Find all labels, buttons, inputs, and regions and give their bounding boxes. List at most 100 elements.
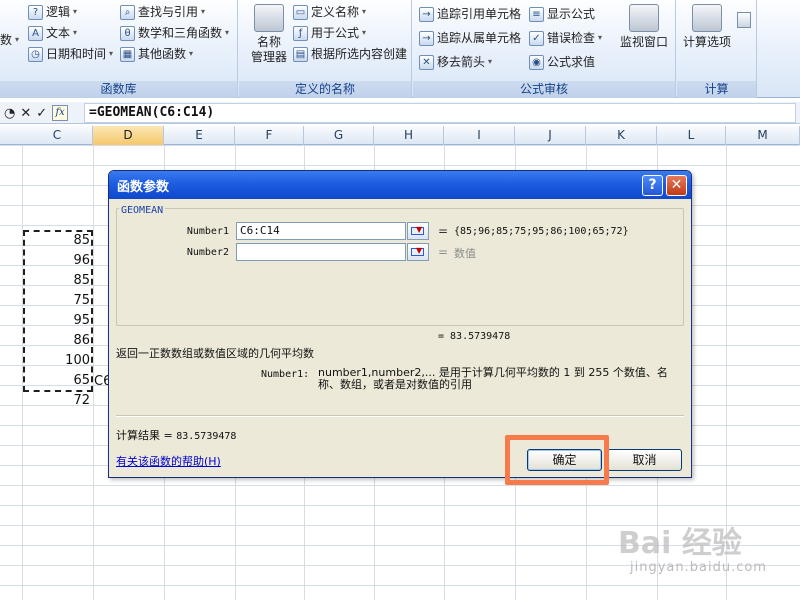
- calculation-result: 计算结果 = 83.5739478: [116, 427, 236, 443]
- show-formulas-label: 显示公式: [547, 7, 596, 21]
- chevron-down-icon: ▾: [225, 28, 230, 37]
- use-in-formula-label: 用于公式: [311, 26, 360, 40]
- help-icon[interactable]: ?: [642, 175, 663, 196]
- arg2-label: Number2: [186, 247, 229, 258]
- insert-function-icon[interactable]: fx: [52, 105, 69, 121]
- logical-icon: ?: [28, 4, 43, 20]
- chevron-down-icon: ▾: [73, 28, 78, 37]
- watch-window-icon: [629, 4, 659, 32]
- close-icon[interactable]: ✕: [666, 175, 687, 196]
- text-icon: A: [28, 25, 43, 41]
- lookup-label: 查找与引用: [138, 5, 199, 19]
- collapse-dialog-icon[interactable]: ▼: [407, 243, 429, 261]
- column-header-i[interactable]: I: [444, 126, 515, 145]
- datetime-button[interactable]: ◷ 日期和时间 ▾: [28, 44, 113, 64]
- tag-icon: ▭: [293, 4, 308, 20]
- column-header-f[interactable]: F: [235, 126, 304, 145]
- define-name-button[interactable]: ▭ 定义名称 ▾: [293, 2, 366, 22]
- error-checking-button[interactable]: ✓ 错误检查 ▾: [529, 28, 602, 48]
- function-library-group: 数 ▾ ? 逻辑 ▾ A 文本 ▾ ◷ 日期和时间 ▾ ⌕ 查找与引用 ▾ θ …: [0, 0, 238, 98]
- calculate-now-icon[interactable]: [737, 12, 751, 28]
- formula-auditing-label: 公式审核: [413, 81, 675, 98]
- chevron-down-icon: ▾: [362, 7, 367, 16]
- watch-window-label: 监视窗口: [619, 35, 668, 49]
- calculation-group: 计算选项 计算: [677, 0, 757, 98]
- logical-button[interactable]: ? 逻辑 ▾: [28, 2, 77, 22]
- divider: [116, 415, 684, 417]
- column-header-g[interactable]: G: [304, 126, 374, 145]
- name-manager-label-1: 名称: [256, 35, 281, 49]
- column-header-e[interactable]: E: [164, 126, 235, 145]
- watch-window-button[interactable]: 监视窗口: [615, 4, 673, 50]
- lookup-button[interactable]: ⌕ 查找与引用 ▾: [120, 2, 205, 22]
- trace-dependents-button[interactable]: → 追踪从属单元格: [419, 28, 521, 48]
- name-manager-label-2: 管理器: [250, 50, 287, 64]
- grid-icon: ▤: [293, 46, 308, 62]
- defined-names-label: 定义的名称: [239, 81, 411, 98]
- help-link[interactable]: 有关该函数的帮助(H): [116, 453, 221, 469]
- clock-icon: ◷: [28, 46, 43, 62]
- column-header-h[interactable]: H: [374, 126, 444, 145]
- chevron-down-icon: ▾: [362, 28, 367, 37]
- show-formulas-button[interactable]: ≡ 显示公式: [529, 4, 595, 24]
- show-formulas-icon: ≡: [529, 6, 544, 22]
- chevron-down-icon: ▾: [15, 35, 20, 44]
- calc-options-button[interactable]: 计算选项: [679, 4, 735, 50]
- trace-arrow-icon: →: [419, 6, 434, 22]
- column-header-c[interactable]: C: [22, 126, 93, 145]
- text-button[interactable]: A 文本 ▾: [28, 23, 77, 43]
- arg2-result: 数值: [454, 247, 476, 260]
- name-manager-icon: [254, 4, 284, 32]
- dialog-titlebar[interactable]: 函数参数 ? ✕: [109, 171, 691, 199]
- column-header-l[interactable]: L: [657, 126, 726, 145]
- collapse-dialog-icon[interactable]: ▼: [407, 222, 429, 240]
- ok-button-highlight: [505, 435, 609, 485]
- partial-label: 数: [0, 33, 13, 47]
- evaluate-formula-button[interactable]: ◉ 公式求值: [529, 52, 595, 72]
- create-from-selection-button[interactable]: ▤ 根据所选内容创建: [293, 44, 407, 64]
- function-arguments-dialog: 函数参数 ? ✕ GEOMEAN Number1 C6:C14 ▼ = {85;…: [108, 170, 692, 478]
- chevron-down-icon: ▾: [201, 7, 206, 16]
- result-value: 83.5739478: [176, 431, 237, 442]
- column-header-m[interactable]: M: [726, 126, 800, 145]
- math-trig-button[interactable]: θ 数学和三角函数 ▾: [120, 23, 229, 43]
- number2-input[interactable]: [236, 243, 406, 261]
- expand-icon[interactable]: ◔: [4, 106, 15, 121]
- formula-input[interactable]: =GEOMEAN(C6:C14): [84, 103, 796, 123]
- grid-column-line: [93, 145, 94, 600]
- remove-arrows-button[interactable]: ✕ 移去箭头 ▾: [419, 52, 492, 72]
- text-label: 文本: [46, 26, 71, 40]
- watermark-logo: Bai 经验: [618, 526, 742, 561]
- chevron-down-icon: ▾: [598, 33, 603, 42]
- arg2-equals: =: [438, 245, 449, 259]
- other-functions-button[interactable]: ▦ 其他函数 ▾: [120, 44, 193, 64]
- cell-c14[interactable]: 72: [22, 391, 93, 411]
- use-in-formula-button[interactable]: ƒ 用于公式 ▾: [293, 23, 366, 43]
- column-header-j[interactable]: J: [515, 126, 586, 145]
- dialog-title: 函数参数: [117, 180, 170, 195]
- column-header-k[interactable]: K: [586, 126, 657, 145]
- name-manager-button[interactable]: 名称 管理器: [247, 4, 291, 65]
- defined-names-group: 名称 管理器 ▭ 定义名称 ▾ ƒ 用于公式 ▾ ▤ 根据所选内容创建 定义的名…: [239, 0, 412, 98]
- trace-precedents-button[interactable]: → 追踪引用单元格: [419, 4, 521, 24]
- cancel-entry-icon[interactable]: ✕: [20, 106, 31, 121]
- evaluate-formula-label: 公式求值: [547, 55, 596, 69]
- arg1-label: Number1: [186, 226, 229, 237]
- column-header-d[interactable]: D: [93, 126, 164, 145]
- error-checking-label: 错误检查: [547, 31, 596, 45]
- cancel-button[interactable]: 取消: [607, 449, 682, 471]
- arg-description-text: number1,number2,... 是用于计算几何平均数的 1 到 255 …: [318, 366, 668, 391]
- trace-arrow-icon: →: [419, 30, 434, 46]
- enter-check-icon[interactable]: ✓: [36, 106, 47, 121]
- formula-result-line: = 83.5739478: [438, 331, 511, 342]
- check-icon: ✓: [529, 30, 544, 46]
- more-functions-button-partial[interactable]: 数 ▾: [0, 30, 19, 50]
- arg1-result: {85;96;85;75;95;86;100;65;72}: [454, 226, 629, 237]
- calculation-label: 计算: [677, 81, 756, 98]
- function-name: GEOMEAN: [119, 205, 166, 216]
- logical-label: 逻辑: [46, 5, 71, 19]
- function-library-label: 函数库: [0, 81, 237, 98]
- result-label: 计算结果 =: [116, 429, 173, 442]
- number1-input[interactable]: C6:C14: [236, 222, 406, 240]
- remove-arrows-label: 移去箭头: [437, 55, 486, 69]
